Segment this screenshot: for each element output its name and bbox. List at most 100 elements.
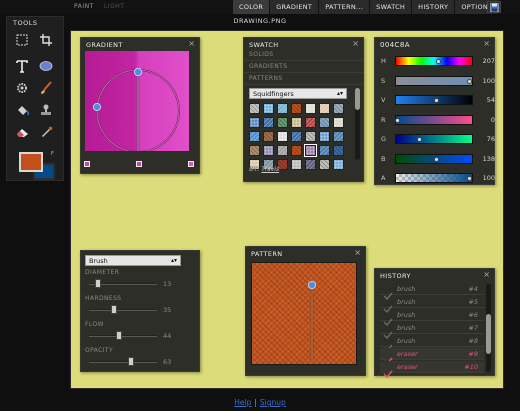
check-icon[interactable]: [383, 285, 393, 301]
pattern-swatch[interactable]: [249, 117, 260, 128]
pattern-swatch[interactable]: [333, 145, 344, 156]
gradient-stop-handle[interactable]: [84, 161, 90, 167]
pattern-swatch[interactable]: [277, 117, 288, 128]
history-item[interactable]: brush #8: [380, 335, 484, 353]
channel-value[interactable]: 0: [475, 116, 495, 124]
history-item[interactable]: eraser #9: [380, 348, 484, 366]
swatch-category-gradients[interactable]: GRADIENTS: [244, 61, 363, 73]
pattern-swatch[interactable]: [277, 131, 288, 142]
swatch-scrollbar-thumb[interactable]: [355, 88, 360, 110]
channel-slider-knob[interactable]: [433, 156, 439, 162]
tab-gradient[interactable]: GRADIENT: [269, 0, 319, 14]
close-icon[interactable]: ×: [354, 248, 361, 258]
marquee-tool[interactable]: [13, 31, 31, 49]
channel-slider-knob[interactable]: [416, 137, 422, 142]
swatch-scrollbar[interactable]: [355, 88, 360, 160]
channel-slider[interactable]: [395, 114, 473, 125]
channel-value[interactable]: 76: [475, 135, 495, 143]
slider-thumb[interactable]: [110, 305, 117, 314]
gradient-midpoint-handle[interactable]: [136, 161, 142, 167]
close-icon[interactable]: ×: [483, 270, 490, 280]
history-item[interactable]: brush #4: [380, 283, 484, 301]
channel-slider-knob[interactable]: [395, 117, 400, 123]
gradient-preview[interactable]: [85, 51, 189, 151]
pattern-swatch[interactable]: [291, 117, 302, 128]
check-icon[interactable]: [383, 324, 393, 340]
history-item[interactable]: brush #6: [380, 309, 484, 327]
close-icon[interactable]: ×: [188, 39, 195, 49]
pattern-swatch[interactable]: [263, 145, 274, 156]
slider-thumb[interactable]: [95, 279, 102, 288]
tab-swatch[interactable]: SWATCH: [369, 0, 412, 14]
pattern-swatch[interactable]: [333, 117, 344, 128]
slider-thumb[interactable]: [116, 331, 123, 340]
pattern-swatch[interactable]: [319, 131, 330, 142]
pattern-preview[interactable]: [251, 262, 357, 365]
pattern-scale-slider[interactable]: [252, 263, 358, 366]
channel-slider[interactable]: [395, 134, 473, 144]
channel-slider-knob[interactable]: [433, 98, 439, 103]
pattern-swatch[interactable]: [305, 159, 316, 170]
channel-value[interactable]: 54: [475, 96, 495, 104]
brush-hardness-slider[interactable]: [89, 309, 157, 311]
gradient-angle-dial[interactable]: [85, 51, 189, 151]
eraser-tool[interactable]: [13, 123, 31, 141]
slider-thumb[interactable]: [128, 357, 135, 366]
pattern-swatch[interactable]: [319, 145, 330, 156]
stamp-tool[interactable]: [37, 101, 55, 119]
pattern-swatch[interactable]: [333, 103, 344, 114]
check-icon[interactable]: [383, 350, 393, 366]
history-scrollbar[interactable]: [486, 284, 491, 372]
check-icon[interactable]: [383, 311, 393, 327]
signup-link[interactable]: Signup: [260, 398, 286, 407]
channel-value[interactable]: 100: [475, 77, 495, 85]
text-tool[interactable]: [13, 57, 31, 75]
close-icon[interactable]: ×: [483, 39, 490, 49]
pattern-swatch[interactable]: [305, 117, 316, 128]
pattern-swatch[interactable]: [277, 103, 288, 114]
light-mode-link[interactable]: LIGHT: [104, 3, 124, 10]
swatch-category-patterns[interactable]: PATTERNS: [244, 73, 363, 85]
pattern-swatch[interactable]: [277, 145, 288, 156]
crop-tool[interactable]: [37, 31, 55, 49]
channel-slider-knob[interactable]: [467, 176, 472, 181]
pattern-swatch[interactable]: [291, 131, 302, 142]
swap-colors-label[interactable]: F: [51, 151, 54, 157]
close-icon[interactable]: ×: [352, 39, 359, 49]
pattern-swatch[interactable]: [291, 103, 302, 114]
pattern-swatch[interactable]: [249, 103, 260, 114]
history-item[interactable]: brush #7: [380, 322, 484, 340]
paint-mode-link[interactable]: PAINT: [74, 3, 94, 10]
brush-tool[interactable]: [37, 79, 55, 97]
pattern-swatch[interactable]: [304, 144, 317, 157]
help-link[interactable]: Help: [234, 398, 251, 407]
gradient-stop-handle[interactable]: [188, 161, 194, 167]
brush-flow-slider[interactable]: [89, 335, 157, 337]
history-item[interactable]: eraser #10: [380, 361, 484, 379]
pattern-swatch[interactable]: [263, 131, 274, 142]
channel-slider[interactable]: [395, 75, 473, 86]
channel-value[interactable]: 100: [475, 174, 495, 182]
pattern-swatch[interactable]: [319, 117, 330, 128]
check-icon[interactable]: [383, 298, 393, 314]
pattern-swatch[interactable]: [249, 131, 260, 142]
tab-history[interactable]: HISTORY: [411, 0, 455, 14]
save-button[interactable]: [487, 1, 501, 13]
check-icon[interactable]: [383, 363, 393, 379]
channel-slider[interactable]: [395, 173, 473, 183]
swatch-category-solids[interactable]: SOLIDS: [244, 49, 363, 61]
pattern-swatch[interactable]: [291, 159, 302, 170]
eyedropper-tool[interactable]: [37, 123, 55, 141]
pattern-swatch[interactable]: [333, 131, 344, 142]
history-item[interactable]: brush #5: [380, 296, 484, 314]
pattern-swatch[interactable]: [319, 159, 330, 170]
pattern-swatch[interactable]: [263, 117, 274, 128]
history-scrollbar-thumb[interactable]: [486, 314, 491, 354]
pattern-swatch[interactable]: [249, 145, 260, 156]
brush-opacity-slider[interactable]: [89, 361, 157, 363]
pattern-swatch[interactable]: [333, 159, 344, 170]
tab-pattern[interactable]: PATTERN...: [318, 0, 370, 14]
brush-select[interactable]: Brush ▴▾: [85, 255, 181, 266]
gear-tool[interactable]: [13, 79, 31, 97]
ellipse-tool[interactable]: [37, 57, 55, 75]
